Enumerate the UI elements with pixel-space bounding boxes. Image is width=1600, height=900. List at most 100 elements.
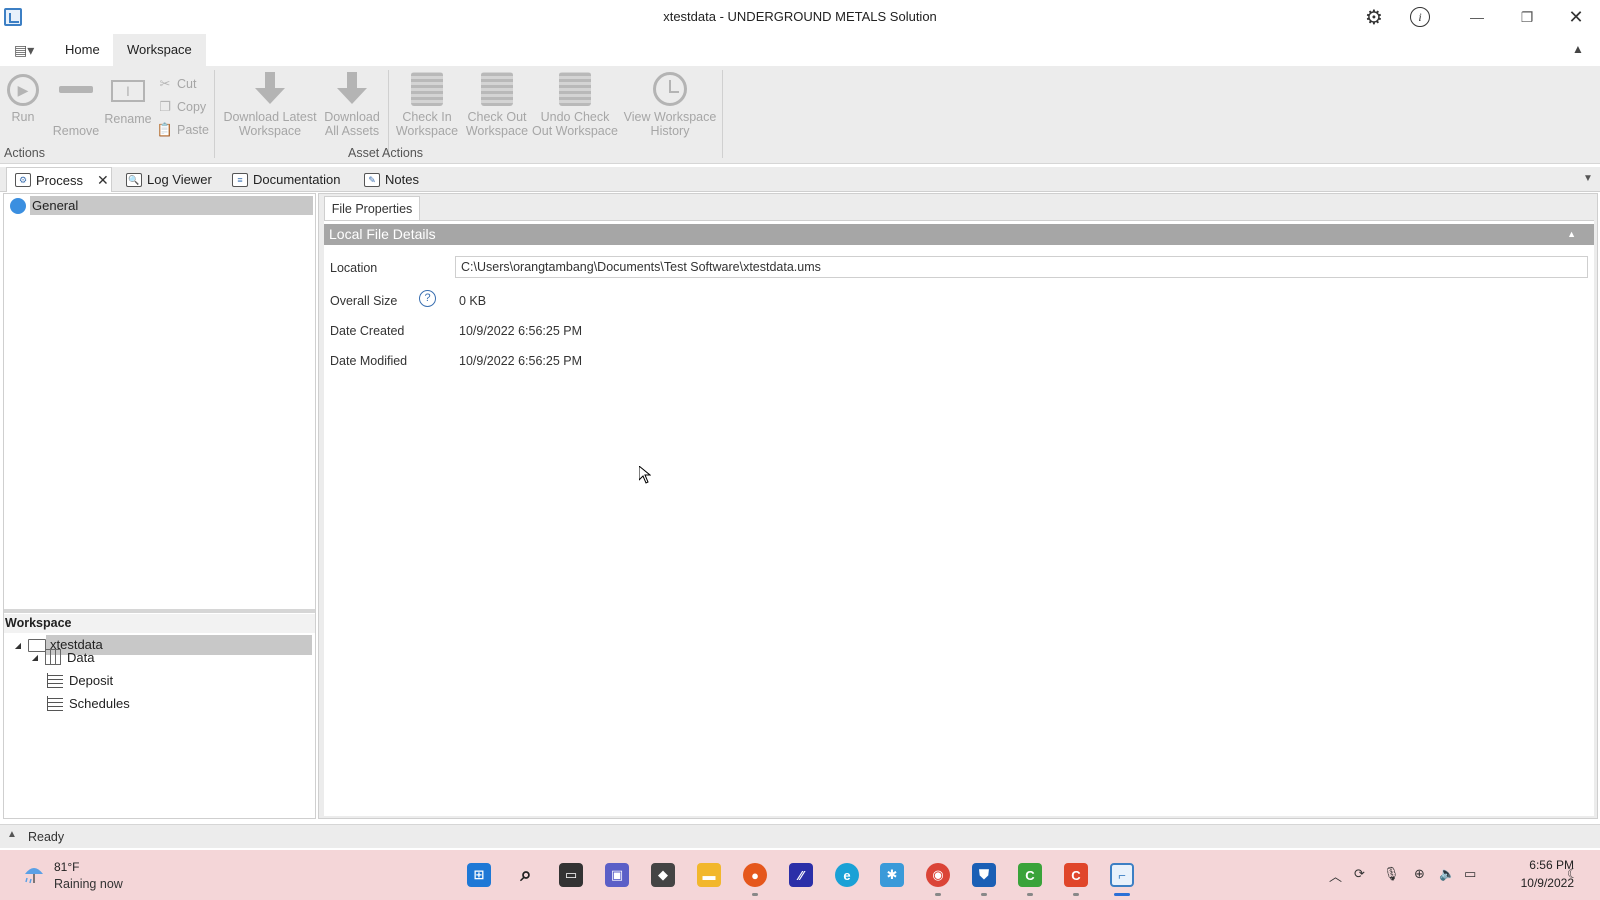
file-explorer-icon[interactable]: ▬ — [697, 863, 721, 887]
app-cube-icon[interactable]: ◆ — [651, 863, 675, 887]
tab-workspace[interactable]: Workspace — [113, 34, 206, 66]
section-title: Local File Details — [329, 226, 436, 242]
weather-description: Raining now — [54, 877, 123, 891]
data-table-icon — [45, 649, 61, 665]
cut-button[interactable]: ✂ Cut — [156, 72, 216, 95]
cut-label: Cut — [177, 76, 197, 91]
date-created-value: 10/9/2022 6:56:25 PM — [459, 324, 583, 338]
tree-item-deposit[interactable]: Deposit — [47, 670, 113, 690]
date-created-label: Date Created — [330, 324, 405, 338]
status-text: Ready — [28, 830, 65, 844]
minimize-button[interactable]: — — [1466, 6, 1488, 28]
app-chart-icon[interactable]: ∕∕ — [789, 863, 813, 887]
volume-icon[interactable]: 🔈 — [1439, 866, 1455, 882]
deposit-list-icon — [47, 672, 63, 688]
firefox-icon[interactable]: ● — [743, 863, 767, 887]
tab-file-properties[interactable]: File Properties — [324, 196, 420, 220]
running-indicator — [981, 893, 987, 896]
check-in-workspace-button[interactable]: Check In Workspace — [394, 72, 460, 138]
close-tab-icon[interactable]: ✕ — [97, 172, 109, 189]
teams-chat-icon[interactable]: ▣ — [605, 863, 629, 887]
run-button[interactable]: ▶ Run — [2, 72, 44, 124]
tab-home[interactable]: Home — [51, 34, 114, 66]
chrome-icon[interactable]: ◉ — [926, 863, 950, 887]
collapse-ribbon-icon[interactable]: ▲ — [1572, 42, 1584, 56]
show-hidden-icons-chevron-icon[interactable]: ︿ — [1329, 866, 1342, 885]
status-expand-icon[interactable]: ▲ — [7, 829, 17, 840]
process-panel: General Workspace ◢ xtestdata ◢ Data Dep… — [3, 193, 316, 819]
network-globe-icon[interactable]: ⊕ — [1414, 866, 1425, 882]
collapse-triangle-icon[interactable]: ◢ — [29, 653, 41, 662]
check-in-label-2: Workspace — [395, 124, 459, 138]
tab-process[interactable]: ⚙ Process ✕ — [6, 167, 112, 192]
file-menu-icon[interactable]: ▤▾ — [14, 42, 36, 58]
panel-splitter[interactable] — [4, 609, 315, 613]
weather-temperature: 81°F — [54, 860, 80, 874]
notes-icon: ✎ — [364, 172, 380, 187]
window-title: xtestdata - UNDERGROUND METALS Solution — [663, 9, 937, 24]
tab-documentation[interactable]: ≡ Documentation — [232, 167, 340, 192]
help-question-icon[interactable]: ? — [419, 290, 436, 307]
clock-date[interactable]: 10/9/2022 — [1498, 876, 1574, 890]
rename-icon: I — [111, 80, 145, 102]
app-red-icon[interactable]: C — [1064, 863, 1088, 887]
app-gear-icon[interactable]: ✱ — [880, 863, 904, 887]
focus-moon-icon[interactable]: ☾ — [1567, 866, 1579, 882]
undo-check-out-workspace-button[interactable]: Undo Check Out Workspace — [532, 72, 618, 138]
download-latest-label-2: Workspace — [238, 124, 302, 138]
restore-button[interactable]: ❐ — [1516, 6, 1538, 28]
download-latest-workspace-button[interactable]: Download Latest Workspace — [220, 72, 320, 138]
collapse-section-icon[interactable]: ▲ — [1567, 224, 1576, 245]
history-label-1: View Workspace — [623, 110, 717, 124]
location-label: Location — [330, 261, 378, 275]
documentation-icon: ≡ — [232, 172, 248, 187]
tab-notes[interactable]: ✎ Notes — [364, 167, 419, 192]
ribbon-tab-bar: ▤▾ Home Workspace ▲ — [0, 34, 1600, 66]
check-out-workspace-button[interactable]: Check Out Workspace — [464, 72, 530, 138]
ribbon-separator — [214, 70, 215, 158]
security-shield-icon[interactable]: ⛊ — [972, 863, 996, 887]
check-out-icon — [481, 72, 513, 106]
search-icon[interactable]: ⌕ — [514, 863, 538, 887]
tab-log-viewer[interactable]: 🔍 Log Viewer — [126, 167, 212, 192]
weather-rain-icon[interactable] — [22, 862, 46, 886]
battery-icon[interactable]: ▭ — [1464, 866, 1476, 882]
underground-metals-app-icon[interactable]: ⌐ — [1110, 863, 1134, 887]
tree-item-schedules[interactable]: Schedules — [47, 693, 130, 713]
clock-time[interactable]: 6:56 PM — [1512, 858, 1574, 872]
info-icon[interactable]: i — [1410, 7, 1430, 27]
tab-log-viewer-label: Log Viewer — [147, 172, 212, 187]
remove-button[interactable]: Remove — [52, 72, 100, 138]
edge-browser-icon[interactable]: e — [835, 863, 859, 887]
view-workspace-history-button[interactable]: View Workspace History — [622, 72, 718, 138]
location-field[interactable]: C:\Users\orangtambang\Documents\Test Sof… — [455, 256, 1588, 278]
close-window-button[interactable]: ✕ — [1565, 6, 1587, 28]
overall-size-label: Overall Size — [330, 294, 398, 308]
download-all-assets-button[interactable]: Download All Assets — [320, 72, 384, 138]
tabs-dropdown-icon[interactable]: ▼ — [1583, 173, 1593, 184]
remove-icon — [52, 86, 100, 120]
process-general-item[interactable]: General — [6, 196, 313, 215]
paste-button[interactable]: 📋 Paste — [156, 118, 216, 141]
task-view-icon[interactable]: ▭ — [559, 863, 583, 887]
date-modified-label: Date Modified — [330, 354, 408, 368]
collapse-triangle-icon[interactable]: ◢ — [12, 641, 24, 650]
undo-check-label-1: Undo Check — [540, 110, 610, 124]
workspace-header: Workspace — [4, 614, 315, 633]
undo-check-label-2: Out Workspace — [532, 124, 618, 138]
start-windows-icon[interactable]: ⊞ — [467, 863, 491, 887]
download-latest-label-1: Download Latest — [223, 110, 317, 124]
rename-button[interactable]: I Rename — [104, 72, 152, 126]
undo-check-out-icon — [559, 72, 591, 106]
copy-button[interactable]: ❐ Copy — [156, 95, 216, 118]
app-green-icon[interactable]: C — [1018, 863, 1042, 887]
sync-icon[interactable]: ⟳ — [1354, 866, 1365, 882]
log-viewer-icon: 🔍 — [126, 172, 142, 187]
tree-item-data[interactable]: ◢ Data — [29, 647, 94, 667]
local-file-details-header[interactable]: Local File Details ▲ — [324, 224, 1594, 245]
microphone-icon[interactable]: 🎙 — [1383, 866, 1400, 882]
copy-label: Copy — [177, 99, 207, 114]
settings-gear-icon[interactable]: ⚙ — [1363, 6, 1385, 29]
download-arrow-icon — [255, 72, 285, 106]
schedules-list-icon — [47, 695, 63, 711]
